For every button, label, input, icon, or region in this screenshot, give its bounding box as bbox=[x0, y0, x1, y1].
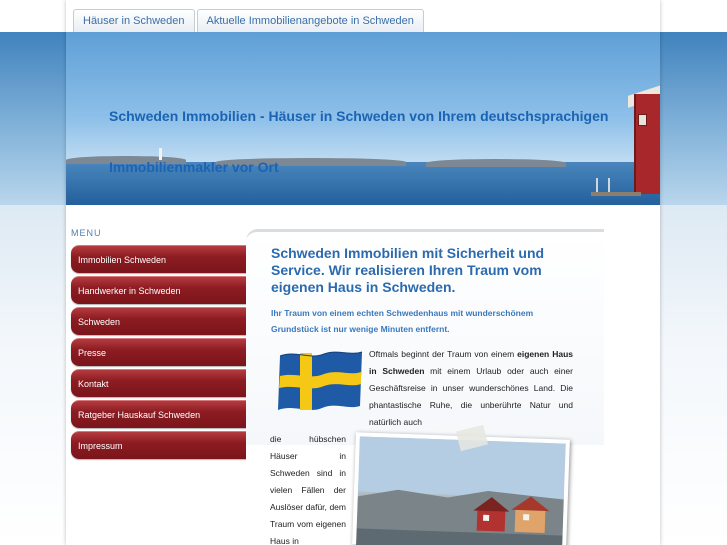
menu-item-schweden[interactable]: Schweden bbox=[71, 307, 249, 335]
tab-haeuser-in-schweden[interactable]: Häuser in Schweden bbox=[73, 9, 195, 32]
swedish-flag-icon bbox=[278, 351, 363, 410]
menu-item-ratgeber[interactable]: Ratgeber Hauskauf Schweden bbox=[71, 400, 249, 428]
content-heading: Schweden Immobilien mit Sicherheit und S… bbox=[271, 245, 545, 295]
menu-item-presse[interactable]: Presse bbox=[71, 338, 249, 366]
menu-heading: MENU bbox=[71, 228, 102, 238]
content-subheading: Ihr Traum von einem echten Schwedenhaus … bbox=[271, 308, 534, 334]
intro-paragraph: Oftmals beginnt der Traum von einem eige… bbox=[369, 346, 573, 431]
menu-item-immobilien-schweden[interactable]: Immobilien Schweden bbox=[71, 245, 249, 273]
menu-item-kontakt[interactable]: Kontakt bbox=[71, 369, 249, 397]
site-title: Schweden Immobilien - Häuser in Schweden… bbox=[109, 108, 609, 175]
menu-item-impressum[interactable]: Impressum bbox=[71, 431, 249, 459]
left-paragraph: die hübschen Häuser in Schweden sind in … bbox=[270, 434, 346, 545]
top-navigation: Häuser in Schweden Aktuelle Immobilienan… bbox=[73, 9, 424, 32]
photo-drawing bbox=[356, 436, 566, 545]
tab-aktuelle-immobilienangebote[interactable]: Aktuelle Immobilienangebote in Schweden bbox=[196, 9, 424, 32]
menu-item-handwerker[interactable]: Handwerker in Schweden bbox=[71, 276, 249, 304]
coastal-houses-photo bbox=[356, 436, 566, 545]
sidebar-menu: Immobilien Schweden Handwerker in Schwed… bbox=[71, 245, 249, 462]
intro-text: Oftmals beginnt der Traum von einem bbox=[369, 349, 518, 359]
